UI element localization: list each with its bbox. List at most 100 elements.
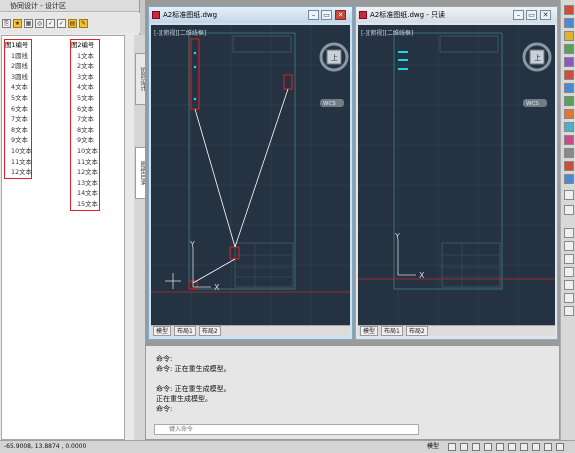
tool-icon[interactable]: [564, 174, 574, 184]
polar-toggle[interactable]: [484, 443, 492, 451]
tree-item[interactable]: 11文本: [5, 157, 32, 168]
tool-icon[interactable]: [564, 31, 574, 41]
restore-button[interactable]: ▭: [526, 10, 537, 20]
tree-drawing-1: 图1编号 1圆线 2圆线 3圆线 4文本 5文本 6文本 7文本 8文本 9文本 10文本 11文本…: [4, 39, 32, 179]
settings-icon[interactable]: [556, 443, 564, 451]
tree-item[interactable]: 3圆线: [5, 72, 31, 83]
snap-toggle[interactable]: [460, 443, 468, 451]
tool-icon[interactable]: [564, 135, 574, 145]
tree-root-2[interactable]: 图2编号: [71, 40, 99, 51]
close-button[interactable]: ✕: [540, 10, 551, 20]
tree-item[interactable]: 7文本: [5, 114, 31, 125]
tab-layout2-2[interactable]: 布局2: [405, 326, 428, 336]
tool-icon[interactable]: [564, 254, 574, 264]
tree-item[interactable]: 11文本: [71, 157, 99, 168]
drawing-window-1: A2标准图纸.dwg – ▭ ✕ Y X 上 WCS [-][俯视][二维线框]…: [148, 6, 353, 340]
folder-icon[interactable]: ▤: [68, 18, 77, 28]
panel-title: 协同设计 - 设计区: [0, 0, 139, 12]
tree-item[interactable]: 4文本: [5, 82, 31, 93]
viewport-1-label[interactable]: [-][俯视][二维线框]: [154, 28, 206, 37]
tree-item[interactable]: 10文本: [5, 146, 32, 157]
grid-toggle[interactable]: [448, 443, 456, 451]
close-button[interactable]: ✕: [335, 10, 346, 20]
tree-item[interactable]: 2圆线: [5, 61, 31, 72]
wcs-button-1[interactable]: WCS: [323, 101, 336, 107]
annotation-toggle[interactable]: [532, 443, 540, 451]
tab-layout1-1[interactable]: 布局1: [174, 326, 196, 336]
tree-item[interactable]: 10文本: [71, 146, 99, 157]
tool-icon[interactable]: [564, 228, 574, 238]
tool-icon[interactable]: [564, 293, 574, 303]
minimize-button[interactable]: –: [308, 10, 319, 20]
tree-item[interactable]: 8文本: [5, 125, 31, 136]
tree-item[interactable]: 1文本: [71, 51, 99, 62]
tree-item[interactable]: 12文本: [71, 167, 99, 178]
tool-icon[interactable]: [564, 205, 574, 215]
otrack-toggle[interactable]: [508, 443, 516, 451]
wcs-button-2[interactable]: WCS: [526, 101, 539, 107]
command-input[interactable]: [154, 424, 419, 435]
tool-icon[interactable]: [564, 148, 574, 158]
y-axis-label-1: Y: [189, 240, 195, 249]
tree-item[interactable]: 5文本: [71, 93, 99, 104]
viewport-1[interactable]: Y X 上 WCS [-][俯视][二维线框]: [151, 25, 350, 325]
tree-item[interactable]: 9文本: [71, 135, 99, 146]
tree-item[interactable]: 15文本: [71, 199, 99, 210]
model-space-button[interactable]: 模型: [427, 441, 439, 453]
tool-icon[interactable]: [564, 267, 574, 277]
tool-icon[interactable]: [564, 122, 574, 132]
tree-item[interactable]: 8文本: [71, 125, 99, 136]
tool-icon[interactable]: [564, 18, 574, 28]
tool-icon[interactable]: [564, 109, 574, 119]
grid-icon[interactable]: ▦: [24, 18, 33, 28]
tool-icon[interactable]: [564, 190, 574, 200]
tree-item[interactable]: 12文本: [5, 167, 32, 178]
tool-icon[interactable]: [564, 306, 574, 316]
tab-model-2[interactable]: 模型: [360, 326, 379, 336]
tree-item[interactable]: 2文本: [71, 61, 99, 72]
tree-item[interactable]: 4文本: [71, 82, 99, 93]
osnap-toggle[interactable]: [496, 443, 504, 451]
tree-item[interactable]: 9文本: [5, 135, 31, 146]
viewcube-1[interactable]: 上: [319, 42, 349, 72]
tree-item[interactable]: 14文本: [71, 188, 99, 199]
tree-item[interactable]: 7文本: [71, 114, 99, 125]
drawing-window-2: A2标准图纸.dwg - 只读 – ▭ ✕ Y X 上 WCS [-][俯视][…: [355, 6, 558, 340]
tree-item[interactable]: 6文本: [71, 104, 99, 115]
tool-icon[interactable]: [564, 96, 574, 106]
viewcube-2[interactable]: 上: [522, 42, 552, 72]
tab-model-1[interactable]: 模型: [153, 326, 172, 336]
check-icon[interactable]: ✓: [46, 18, 55, 28]
tool-icon[interactable]: [564, 57, 574, 67]
lineweight-toggle[interactable]: [520, 443, 528, 451]
tree-item[interactable]: 6文本: [5, 104, 31, 115]
command-history: 命令: 命令: 正在重生成模型。 命令: 正在重生成模型。 正在重生成模型。 命…: [156, 355, 231, 413]
viewport-2-label[interactable]: [-][俯视][二维线框]: [361, 28, 413, 37]
note-icon[interactable]: ✎: [79, 18, 88, 28]
tree-root-1[interactable]: 图1编号: [5, 40, 31, 51]
tree-item[interactable]: 3文本: [71, 72, 99, 83]
coordinates-readout: -65.9008, 13.8874 , 0.0000: [4, 443, 87, 450]
target-icon[interactable]: ◎: [35, 18, 44, 28]
tab-layout2-1[interactable]: 布局2: [198, 326, 221, 336]
tool-icon[interactable]: [564, 241, 574, 251]
restore-button[interactable]: ▭: [321, 10, 332, 20]
minimize-button[interactable]: –: [513, 10, 524, 20]
tree-item[interactable]: 5文本: [5, 93, 31, 104]
highlight-icon[interactable]: ★: [13, 18, 22, 28]
tool-icon[interactable]: [564, 83, 574, 93]
workspace-toggle[interactable]: [544, 443, 552, 451]
tree-item[interactable]: 13文本: [71, 178, 99, 189]
tool-icon[interactable]: [564, 5, 574, 15]
viewport-2[interactable]: Y X 上 WCS [-][俯视][二维线框]: [358, 25, 555, 325]
tree-item[interactable]: 1圆线: [5, 51, 31, 62]
ortho-toggle[interactable]: [472, 443, 480, 451]
tool-icon[interactable]: [564, 161, 574, 171]
tool-icon[interactable]: [564, 44, 574, 54]
copy-icon[interactable]: ⎘: [2, 18, 11, 28]
tool-icon[interactable]: [564, 70, 574, 80]
tab-layout1-2[interactable]: 布局1: [381, 326, 403, 336]
x-axis-label-2: X: [419, 271, 425, 280]
check2-icon[interactable]: ✓: [57, 18, 66, 28]
tool-icon[interactable]: [564, 280, 574, 290]
